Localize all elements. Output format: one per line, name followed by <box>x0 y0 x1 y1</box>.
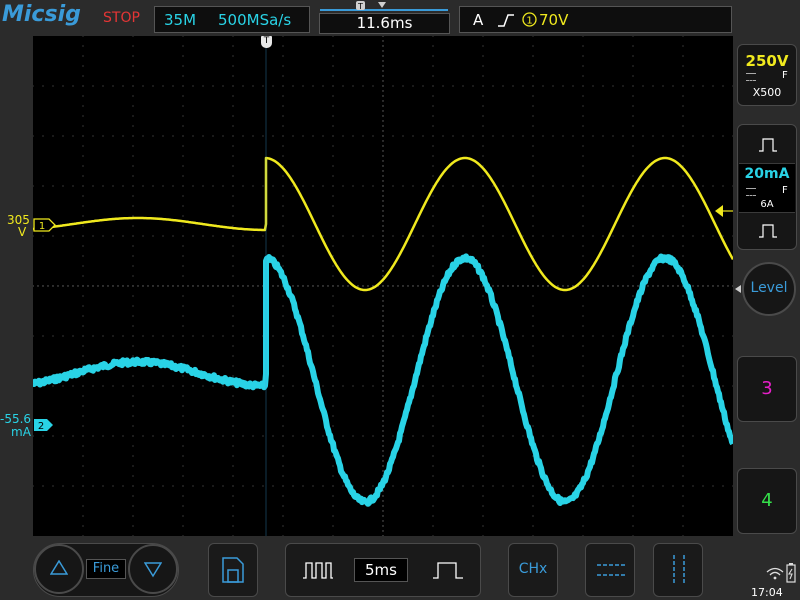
brand-logo: Micsig <box>2 2 81 27</box>
svg-text:T: T <box>357 2 363 11</box>
waveform-display[interactable] <box>33 36 733 536</box>
level-button[interactable]: Level <box>742 262 796 316</box>
trigger-mode: A <box>473 11 484 29</box>
save-file-icon <box>222 557 244 583</box>
channel-select-button[interactable]: CHx <box>508 543 558 597</box>
trigger-level-arrow[interactable] <box>714 204 734 218</box>
timebase-decrease-button[interactable] <box>286 544 348 596</box>
wide-pulse-icon[interactable] <box>758 137 778 153</box>
rising-edge-icon <box>498 14 514 27</box>
view-position-marker <box>378 2 386 8</box>
down-button[interactable] <box>128 544 178 594</box>
svg-text:1: 1 <box>526 16 532 27</box>
ch1-scale: 250V <box>745 52 789 70</box>
ch2-offset-value: -55.6 <box>0 412 32 426</box>
cursor-vertical-icon <box>673 555 685 585</box>
trigger-time-marker[interactable]: T <box>261 36 272 48</box>
ch2-offset-unit: mA <box>11 425 31 439</box>
ch2-probe-ratio: 6A <box>760 199 774 210</box>
dc-coupling-icon <box>746 73 756 81</box>
fine-toggle[interactable]: Fine <box>86 559 126 579</box>
save-button[interactable] <box>208 543 258 597</box>
ch3-button[interactable]: 3 <box>737 356 797 422</box>
ch1-bandwidth-flag: F <box>782 70 788 81</box>
ch1-offset-unit: V <box>18 225 27 239</box>
ch2-waveform <box>33 253 733 507</box>
ch1-settings-panel[interactable]: 250V F X500 <box>737 44 797 106</box>
memory-depth: 35M <box>164 11 197 29</box>
run-stop-status[interactable]: STOP <box>103 10 140 26</box>
sample-rate: 500MSa/s <box>218 11 292 29</box>
cursor-horizontal-icon <box>597 564 625 576</box>
up-button[interactable] <box>34 544 84 594</box>
ch2-marker[interactable]: 2 <box>33 418 57 432</box>
ch2-settings-panel[interactable]: 20mA F 6A <box>737 124 797 250</box>
wide-pulse-icon <box>303 562 333 579</box>
trigger-info[interactable]: A 1 70V <box>459 6 732 33</box>
ch1-probe-ratio: X500 <box>752 86 782 99</box>
svg-text:2: 2 <box>38 421 44 432</box>
narrow-pulse-icon <box>433 562 463 579</box>
ch4-button[interactable]: 4 <box>737 468 797 534</box>
acquisition-info[interactable]: 35M 500MSa/s <box>154 6 310 33</box>
battery-icon <box>786 563 796 583</box>
svg-text:1: 1 <box>39 221 45 232</box>
horizontal-cursor-button[interactable] <box>585 543 635 597</box>
timebase-value[interactable]: 5ms <box>354 558 408 582</box>
trigger-level: 70V <box>539 11 569 29</box>
horizontal-position[interactable]: 11.6ms <box>319 13 450 34</box>
wifi-icon <box>766 567 784 580</box>
waveforms <box>33 36 733 536</box>
ch1-waveform <box>33 156 733 292</box>
timeline-markers: T <box>356 1 386 11</box>
clock: 17:04 <box>751 586 783 599</box>
ch1-marker[interactable]: 1 <box>33 218 57 232</box>
level-pointer-icon <box>735 285 741 293</box>
down-arrow-icon <box>144 562 162 578</box>
timebase-increase-button[interactable] <box>416 544 480 596</box>
up-arrow-icon <box>50 560 68 575</box>
vertical-cursor-button[interactable] <box>653 543 703 597</box>
trigger-source-icon: 1 <box>522 12 537 27</box>
ch2-scale: 20mA <box>744 166 790 182</box>
ch2-bandwidth-flag: F <box>782 185 788 196</box>
dc-coupling-icon <box>746 188 756 196</box>
narrow-pulse-icon[interactable] <box>758 223 778 239</box>
